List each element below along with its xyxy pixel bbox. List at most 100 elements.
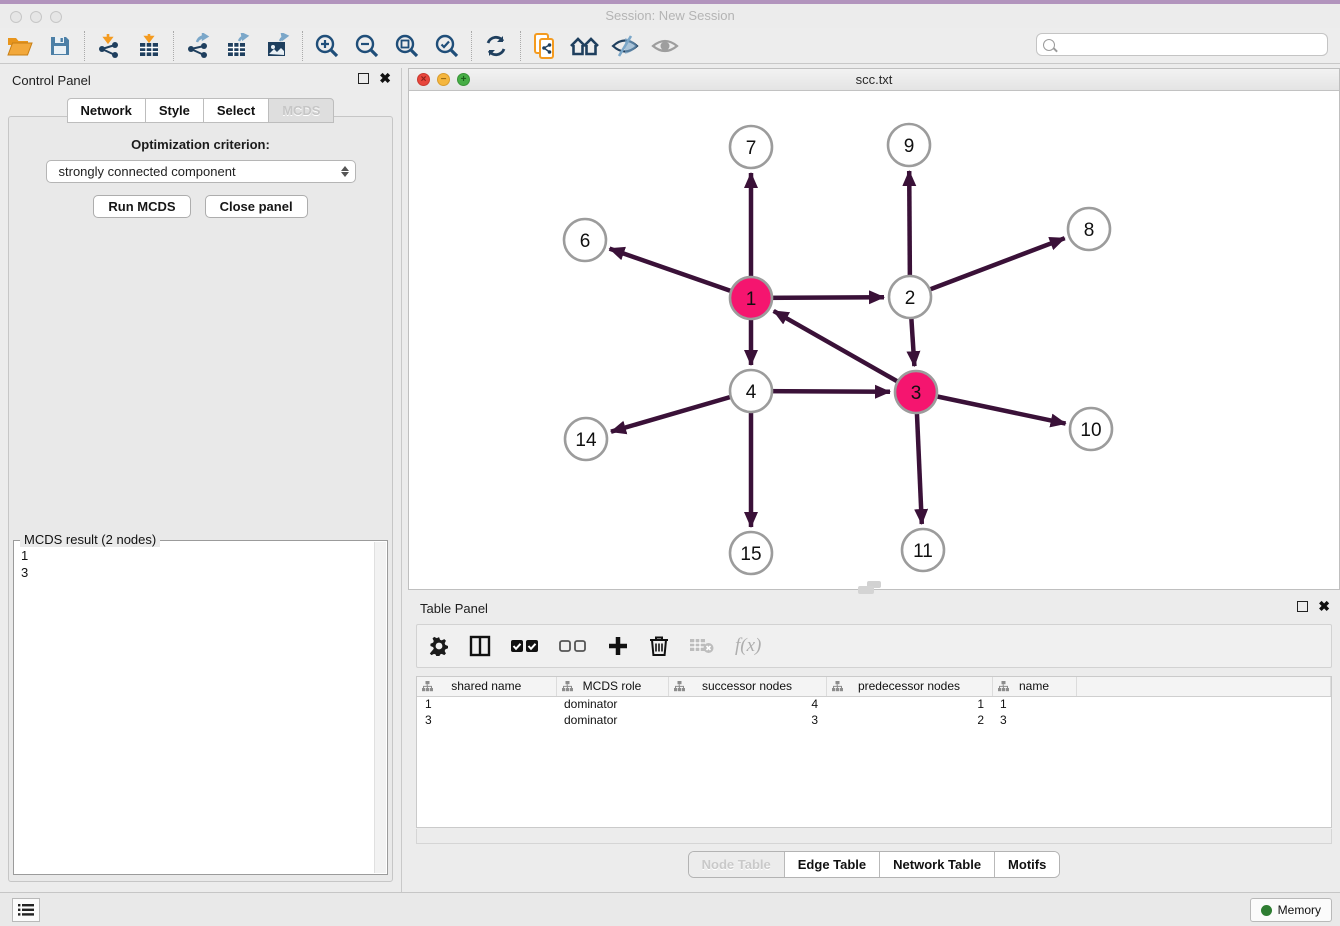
network-window-titlebar[interactable]: × − + scc.txt [409,69,1339,91]
main-toolbar [0,28,1340,64]
export-table-icon[interactable] [218,30,258,62]
export-image-icon[interactable] [258,30,298,62]
svg-text:1: 1 [746,289,757,310]
node-8[interactable]: 8 [1068,208,1110,250]
tab-style[interactable]: Style [145,98,203,123]
column-header-name[interactable]: name [992,677,1076,696]
network-window-title: scc.txt [409,72,1339,87]
column-header-MCDS-role[interactable]: MCDS role [556,677,668,696]
import-table-icon[interactable] [129,30,169,62]
zoom-fit-icon[interactable] [387,30,427,62]
table-row[interactable]: 1dominator411 [417,696,1331,712]
edge-3-10[interactable] [916,392,1066,424]
select-all-icon[interactable] [511,639,539,653]
column-view-icon[interactable] [469,635,491,657]
status-bar: Memory [0,892,1340,926]
clone-network-icon[interactable] [525,30,565,62]
function-builder-icon[interactable]: f(x) [735,635,761,657]
float-table-panel-icon[interactable] [1297,601,1308,612]
close-table-panel-icon[interactable]: ✖ [1318,601,1330,612]
edge-3-1[interactable] [774,311,916,392]
node-3[interactable]: 3 [895,371,937,413]
close-panel-button[interactable]: Close panel [205,195,308,218]
search-box[interactable] [1036,33,1328,56]
svg-text:2: 2 [905,288,916,309]
svg-text:11: 11 [913,541,933,562]
hide-graphics-icon[interactable] [605,30,645,62]
tab-mcds[interactable]: MCDS [268,98,334,123]
add-column-icon[interactable] [607,635,629,657]
node-1[interactable]: 1 [730,277,772,319]
edge-2-8[interactable] [910,238,1065,297]
table-scrollbar[interactable] [416,829,1332,844]
gear-icon[interactable] [429,636,449,656]
show-graphics-icon[interactable] [645,30,685,62]
tab-select[interactable]: Select [203,98,268,123]
node-7[interactable]: 7 [730,126,772,168]
column-header-shared-name[interactable]: shared name [417,677,556,696]
svg-text:3: 3 [911,383,922,404]
node-6[interactable]: 6 [564,219,606,261]
table-panel: Table Panel ✖ f(x) shared nameMCDS rol [408,596,1340,892]
export-network-icon[interactable] [178,30,218,62]
node-4[interactable]: 4 [730,370,772,412]
memory-status-icon [1261,905,1272,916]
optimization-label: Optimization criterion: [9,137,392,152]
chevron-updown-icon [341,166,349,177]
node-11[interactable]: 11 [902,529,944,571]
result-scrollbar[interactable] [374,542,386,873]
node-15[interactable]: 15 [730,532,772,574]
tab-node-table[interactable]: Node Table [689,852,785,877]
column-header-successor-nodes[interactable]: successor nodes [668,677,826,696]
control-panel-tabs: NetworkStyleSelectMCDS [0,98,401,123]
window-title: Session: New Session [0,8,1340,23]
svg-text:4: 4 [746,382,757,403]
node-14[interactable]: 14 [565,418,607,460]
edge-1-6[interactable] [610,249,752,298]
home-icon[interactable] [565,30,605,62]
refresh-icon[interactable] [476,30,516,62]
deselect-all-icon[interactable] [559,639,587,653]
close-panel-icon[interactable]: ✖ [379,73,391,84]
tab-network-table[interactable]: Network Table [880,852,995,877]
task-history-button[interactable] [12,898,40,922]
mcds-result-box: MCDS result (2 nodes) 1 3 [13,540,388,875]
tab-motifs[interactable]: Motifs [995,852,1059,877]
node-10[interactable]: 10 [1070,408,1112,450]
tab-network[interactable]: Network [67,98,145,123]
optimization-dropdown[interactable]: strongly connected component [46,160,356,183]
import-network-icon[interactable] [89,30,129,62]
tab-edge-table[interactable]: Edge Table [785,852,880,877]
node-9[interactable]: 9 [888,124,930,166]
svg-text:6: 6 [580,231,591,252]
table-tabs: Node TableEdge TableNetwork TableMotifs [688,851,1061,878]
search-input[interactable] [1059,38,1327,52]
search-icon [1043,39,1055,51]
control-panel: Control Panel ✖ NetworkStyleSelectMCDS O… [0,68,402,892]
table-panel-title: Table Panel [420,601,488,616]
table-row[interactable]: 3dominator323 [417,712,1331,728]
network-canvas[interactable]: 7 9 6 8 1 2 4 3 14 10 15 11 [409,91,1339,589]
svg-text:10: 10 [1080,420,1101,441]
svg-text:8: 8 [1084,220,1095,241]
float-panel-icon[interactable] [358,73,369,84]
optimization-dropdown-value: strongly connected component [59,164,341,179]
delete-table-icon[interactable] [689,637,715,655]
node-2[interactable]: 2 [889,276,931,318]
memory-button[interactable]: Memory [1250,898,1332,922]
mcds-result-text[interactable]: 1 3 [16,547,373,872]
network-window: × − + scc.txt 7 9 6 8 1 2 4 3 14 10 15 11 [408,68,1340,590]
delete-icon[interactable] [649,635,669,657]
horizontal-splitter-icon[interactable] [858,586,874,594]
control-panel-title: Control Panel [12,73,91,88]
open-folder-icon[interactable] [0,30,40,62]
save-icon[interactable] [40,30,80,62]
run-mcds-button[interactable]: Run MCDS [93,195,190,218]
svg-text:7: 7 [746,138,757,159]
zoom-out-icon[interactable] [347,30,387,62]
zoom-in-icon[interactable] [307,30,347,62]
zoom-selected-icon[interactable] [427,30,467,62]
node-table[interactable]: shared nameMCDS rolesuccessor nodesprede… [416,676,1332,828]
svg-text:15: 15 [740,544,761,565]
column-header-predecessor-nodes[interactable]: predecessor nodes [826,677,992,696]
